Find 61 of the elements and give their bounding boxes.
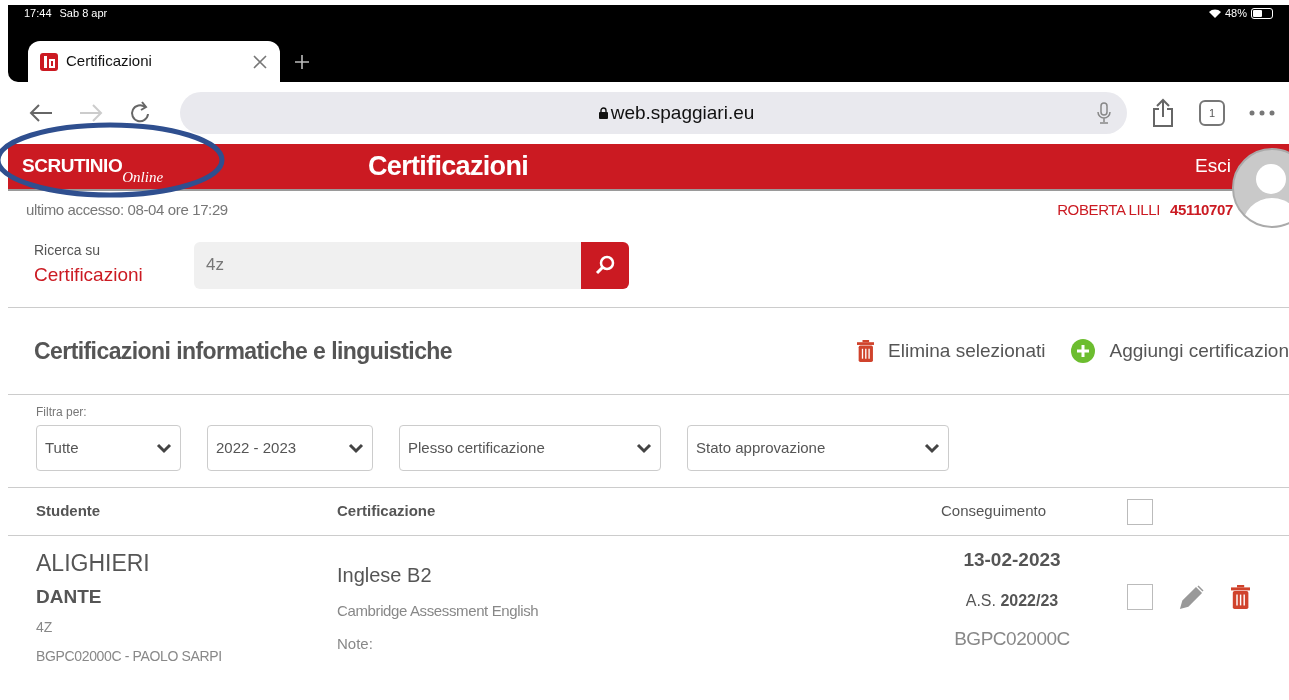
url-text: web.spaggiari.eu xyxy=(610,100,755,125)
filter-dropdown[interactable]: Stato approvazione xyxy=(687,425,949,471)
student-school: BGPC02000C - PAOLO SARPI xyxy=(36,647,223,666)
search-field[interactable]: 4z xyxy=(194,241,581,289)
trash-icon xyxy=(856,340,875,362)
chevron-down-icon xyxy=(924,442,940,454)
address-bar[interactable]: web.spaggiari.eu xyxy=(180,92,1127,134)
checkbox[interactable] xyxy=(1127,498,1153,525)
filter-label: Filtra per: xyxy=(36,404,88,421)
last-access-text: ultimo accesso: 08-04 ore 17:29 xyxy=(26,200,228,220)
battery-percent: 48% xyxy=(1224,5,1247,21)
delete-selected-button[interactable]: Elimina selezionati xyxy=(856,336,1046,366)
search-icon xyxy=(595,255,615,275)
student-surname: ALIGHIERI xyxy=(36,549,151,578)
student-class: 4Z xyxy=(36,618,54,637)
section-title: Certificazioni informatiche e linguistiche xyxy=(34,336,453,366)
site-favicon-icon xyxy=(40,52,58,71)
microphone-icon[interactable] xyxy=(1097,102,1111,124)
browser-tab[interactable]: Certificazioni xyxy=(28,41,280,82)
chevron-down-icon xyxy=(636,442,652,454)
plus-circle-icon xyxy=(1071,339,1096,363)
achievement-date: 13-02-2023 xyxy=(963,548,1061,572)
school-year: A.S. 2022/23 xyxy=(965,590,1059,611)
delete-row-button[interactable] xyxy=(1231,585,1251,609)
plus-icon[interactable] xyxy=(294,54,310,70)
add-certification-button[interactable]: Aggiungi certificazion xyxy=(1071,336,1289,366)
trash-icon xyxy=(1231,585,1251,609)
user-name: ROBERTA LILLI xyxy=(1057,200,1161,220)
filter-dropdown[interactable]: 2022 - 2023 xyxy=(207,425,373,471)
column-header: Conseguimento xyxy=(941,501,1048,522)
chevron-down-icon xyxy=(156,442,172,454)
status-time: 17:44 xyxy=(24,5,52,21)
filter-dropdown[interactable]: Plesso certificazione xyxy=(399,425,661,471)
logout-link[interactable]: Esci xyxy=(1195,152,1231,181)
column-header: Certificazione xyxy=(337,501,437,522)
lock-icon xyxy=(598,107,608,119)
search-target: Certificazioni xyxy=(34,263,144,288)
tab-count-button[interactable]: 1 xyxy=(1199,100,1225,126)
search-button[interactable] xyxy=(581,241,629,289)
pencil-icon[interactable] xyxy=(1179,584,1205,610)
column-header: Studente xyxy=(36,501,102,522)
battery-icon xyxy=(1251,7,1273,19)
certification-name: Inglese B2 xyxy=(337,563,433,588)
note-label: Note: xyxy=(337,633,374,654)
close-icon[interactable] xyxy=(252,53,268,70)
checkbox[interactable] xyxy=(1127,584,1153,610)
share-icon[interactable] xyxy=(1151,98,1175,128)
back-arrow-icon[interactable] xyxy=(28,103,54,123)
more-icon[interactable] xyxy=(1249,110,1275,116)
user-avatar[interactable] xyxy=(1232,148,1289,228)
certification-provider: Cambridge Assessment English xyxy=(337,601,540,621)
school-code: BGPC02000C xyxy=(954,626,1070,651)
user-code: 45110707 xyxy=(1170,200,1233,220)
tab-title: Certificazioni xyxy=(66,51,153,72)
wifi-icon xyxy=(1208,8,1221,18)
filter-dropdown[interactable]: Tutte xyxy=(36,425,181,471)
status-date: Sab 8 apr xyxy=(59,5,108,21)
student-name: DANTE xyxy=(36,584,103,609)
chevron-down-icon xyxy=(348,442,364,454)
search-label: Ricerca su xyxy=(34,241,102,261)
page-title: Certificazioni xyxy=(368,150,530,184)
